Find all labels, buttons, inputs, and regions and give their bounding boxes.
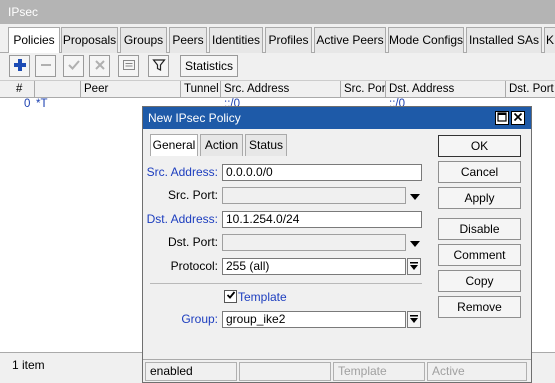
status-template: Template — [333, 362, 425, 381]
group-dropdown-button[interactable] — [407, 311, 421, 328]
tab-status[interactable]: Status — [245, 134, 287, 156]
tab-groups[interactable]: Groups — [120, 27, 167, 53]
cancel-button[interactable]: Cancel — [438, 161, 521, 183]
remove-button[interactable]: Remove — [438, 296, 521, 318]
column-header-dst-address[interactable]: Dst. Address — [386, 81, 506, 98]
filter-button[interactable] — [148, 55, 169, 77]
dropdown-arrow-icon — [410, 260, 418, 274]
protocol-select[interactable]: 255 (all) — [222, 258, 406, 275]
column-header-src-address[interactable]: Src. Address — [221, 81, 341, 98]
src-port-label: Src. Port: — [167, 188, 218, 202]
window-title: IPsec — [0, 0, 555, 24]
protocol-dropdown-button[interactable] — [407, 258, 421, 275]
close-button[interactable] — [511, 111, 525, 125]
row-flags: *T — [36, 98, 48, 110]
tab-installed-sas[interactable]: Installed SAs — [466, 27, 542, 53]
protocol-label: Protocol: — [170, 259, 218, 273]
triangle-down-icon — [410, 236, 420, 250]
maximize-icon — [497, 111, 507, 125]
src-port-input[interactable] — [222, 187, 406, 204]
table-header: # Peer Tunnel Src. Address Src. Port Dst… — [0, 81, 555, 98]
dst-address-label: Dst. Address: — [146, 212, 218, 226]
status-empty — [239, 362, 331, 381]
tab-active-peers[interactable]: Active Peers — [314, 27, 386, 53]
dst-port-dropdown[interactable] — [408, 234, 422, 251]
comment-button[interactable]: Comment — [438, 244, 521, 266]
src-address-input[interactable]: 0.0.0.0/0 — [222, 164, 422, 181]
dropdown-arrow-icon — [410, 313, 418, 327]
column-header-src-port[interactable]: Src. Port — [341, 81, 386, 98]
tab-bar: Policies Proposals Groups Peers Identiti… — [0, 24, 555, 54]
toolbar: Statistics — [0, 53, 555, 81]
separator — [150, 283, 422, 284]
column-header-number[interactable]: # — [0, 81, 35, 98]
add-icon — [13, 58, 27, 75]
tab-general[interactable]: General — [150, 134, 198, 157]
src-port-dropdown[interactable] — [408, 187, 422, 204]
dialog-title: New IPsec Policy — [143, 107, 531, 129]
group-select[interactable]: group_ike2 — [222, 311, 406, 328]
dialog-status-bar: enabled Template Active — [143, 359, 531, 382]
column-header-peer[interactable]: Peer — [81, 81, 181, 98]
src-address-label: Src. Address: — [146, 165, 218, 179]
enable-button[interactable] — [63, 55, 84, 77]
dst-address-input[interactable]: 10.1.254.0/24 — [222, 211, 422, 228]
dst-port-input[interactable] — [222, 234, 406, 251]
general-panel: Src. Address: 0.0.0.0/0 Src. Port: Dst. … — [146, 156, 426, 356]
comment-icon — [122, 58, 136, 75]
tab-proposals[interactable]: Proposals — [61, 27, 118, 53]
disable-button[interactable]: Disable — [438, 218, 521, 240]
tab-mode-configs[interactable]: Mode Configs — [388, 27, 464, 53]
ok-button[interactable]: OK — [438, 135, 521, 157]
status-active: Active — [427, 362, 527, 381]
remove-button[interactable] — [35, 55, 56, 77]
dst-port-label: Dst. Port: — [167, 235, 218, 249]
copy-button[interactable]: Copy — [438, 270, 521, 292]
tab-peers[interactable]: Peers — [169, 27, 207, 53]
group-label: Group: — [181, 312, 218, 326]
column-header-dst-port[interactable]: Dst. Port — [506, 81, 555, 98]
comment-button[interactable] — [118, 55, 139, 77]
remove-icon — [39, 58, 53, 75]
checkmark-icon — [226, 290, 236, 303]
disable-button[interactable] — [89, 55, 110, 77]
new-ipsec-policy-dialog: New IPsec Policy General Action Status S… — [142, 106, 532, 383]
tab-overflow[interactable]: K — [544, 27, 555, 53]
column-header-flags[interactable] — [35, 81, 81, 98]
add-button[interactable] — [9, 55, 30, 77]
status-enabled: enabled — [145, 362, 237, 381]
column-header-tunnel[interactable]: Tunnel — [181, 81, 221, 98]
template-label: Template — [238, 290, 287, 304]
check-icon — [67, 58, 81, 75]
tab-action[interactable]: Action — [200, 134, 243, 156]
triangle-down-icon — [410, 189, 420, 203]
row-number: 0 — [24, 98, 31, 110]
statistics-button[interactable]: Statistics — [180, 55, 238, 77]
cross-icon — [93, 58, 107, 75]
maximize-button[interactable] — [495, 111, 509, 125]
close-icon — [513, 111, 523, 125]
item-count: 1 item — [12, 358, 45, 372]
tab-identities[interactable]: Identities — [209, 27, 263, 53]
template-checkbox[interactable] — [224, 290, 237, 303]
filter-icon — [151, 58, 166, 75]
tab-policies[interactable]: Policies — [8, 27, 60, 54]
apply-button[interactable]: Apply — [438, 187, 521, 209]
tab-profiles[interactable]: Profiles — [265, 27, 312, 53]
